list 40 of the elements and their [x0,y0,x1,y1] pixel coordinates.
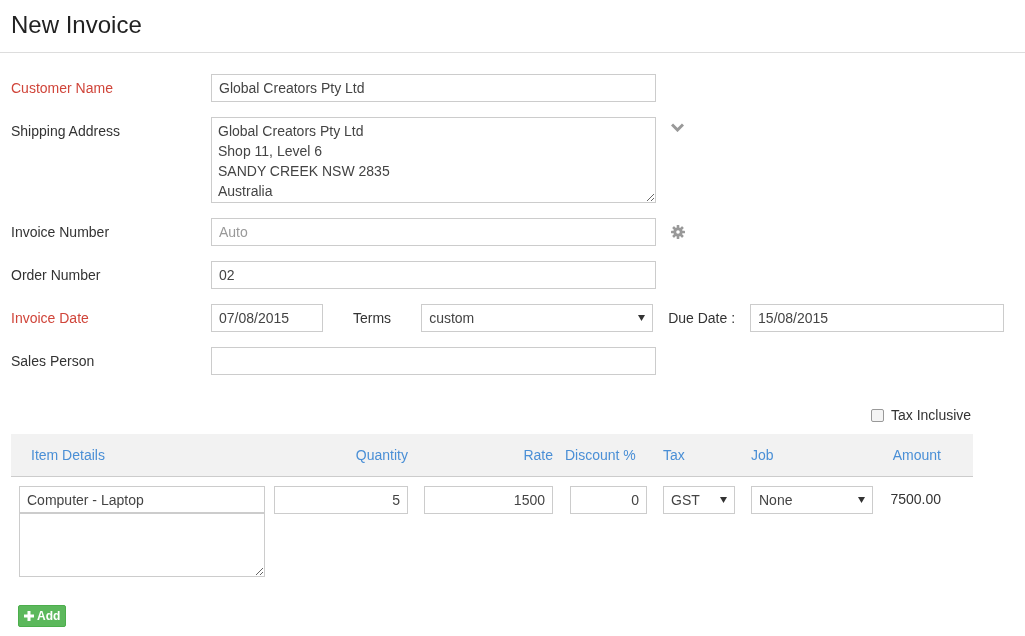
text-field[interactable]: Auto [211,218,656,246]
job-dropdown[interactable]: None [751,486,873,514]
item-description-field[interactable] [19,513,265,577]
column-header: Item Details [30,447,106,463]
due-date-field[interactable]: 15/08/2015 [750,304,1005,332]
column-header: Job [750,447,775,463]
discount-field[interactable]: 0 [570,486,647,514]
date-field[interactable]: 07/08/2015 [211,304,323,332]
rate-field[interactable]: 1500 [424,486,553,514]
plus-icon [24,611,34,621]
quantity-field[interactable]: 5 [274,486,408,514]
checkbox[interactable] [871,408,884,422]
chevron-down-icon[interactable] [671,123,684,132]
text-field[interactable]: Global Creators Pty Ltd [211,74,656,102]
text-field[interactable]: 02 [211,261,656,289]
caret-icon [858,497,865,503]
item-name-field[interactable]: Computer - Laptop [19,486,265,513]
caret-icon [638,315,646,321]
field-label: Invoice Date [11,310,90,326]
field-label: Shipping Address [11,122,121,139]
amount-value: 7500.00 [889,490,941,507]
field-label: Customer Name [11,80,114,96]
column-header: Rate [522,447,554,463]
address-field[interactable]: Global Creators Pty Ltd Shop 11, Level 6 SANDY CREEK NSW 2835 Australia [211,117,656,203]
column-header: Discount % [564,447,637,463]
checkbox-label: Tax Inclusive [891,407,972,423]
field-label: Sales Person [11,353,96,369]
field-label: Invoice Number [11,224,111,240]
settings-icon[interactable] [671,225,685,239]
column-header: Tax [662,447,686,463]
page-title: New Invoice [11,10,143,40]
text-field[interactable] [211,347,656,375]
terms-dropdown[interactable]: custom [421,304,654,332]
field-label: Order Number [11,267,102,283]
caret-icon [720,497,727,503]
due-date-label: Due Date : [668,310,736,326]
tax-dropdown[interactable]: GST [663,486,735,514]
column-header: Amount [891,447,942,463]
column-header: Quantity [354,447,409,463]
terms-label: Terms [353,310,392,326]
